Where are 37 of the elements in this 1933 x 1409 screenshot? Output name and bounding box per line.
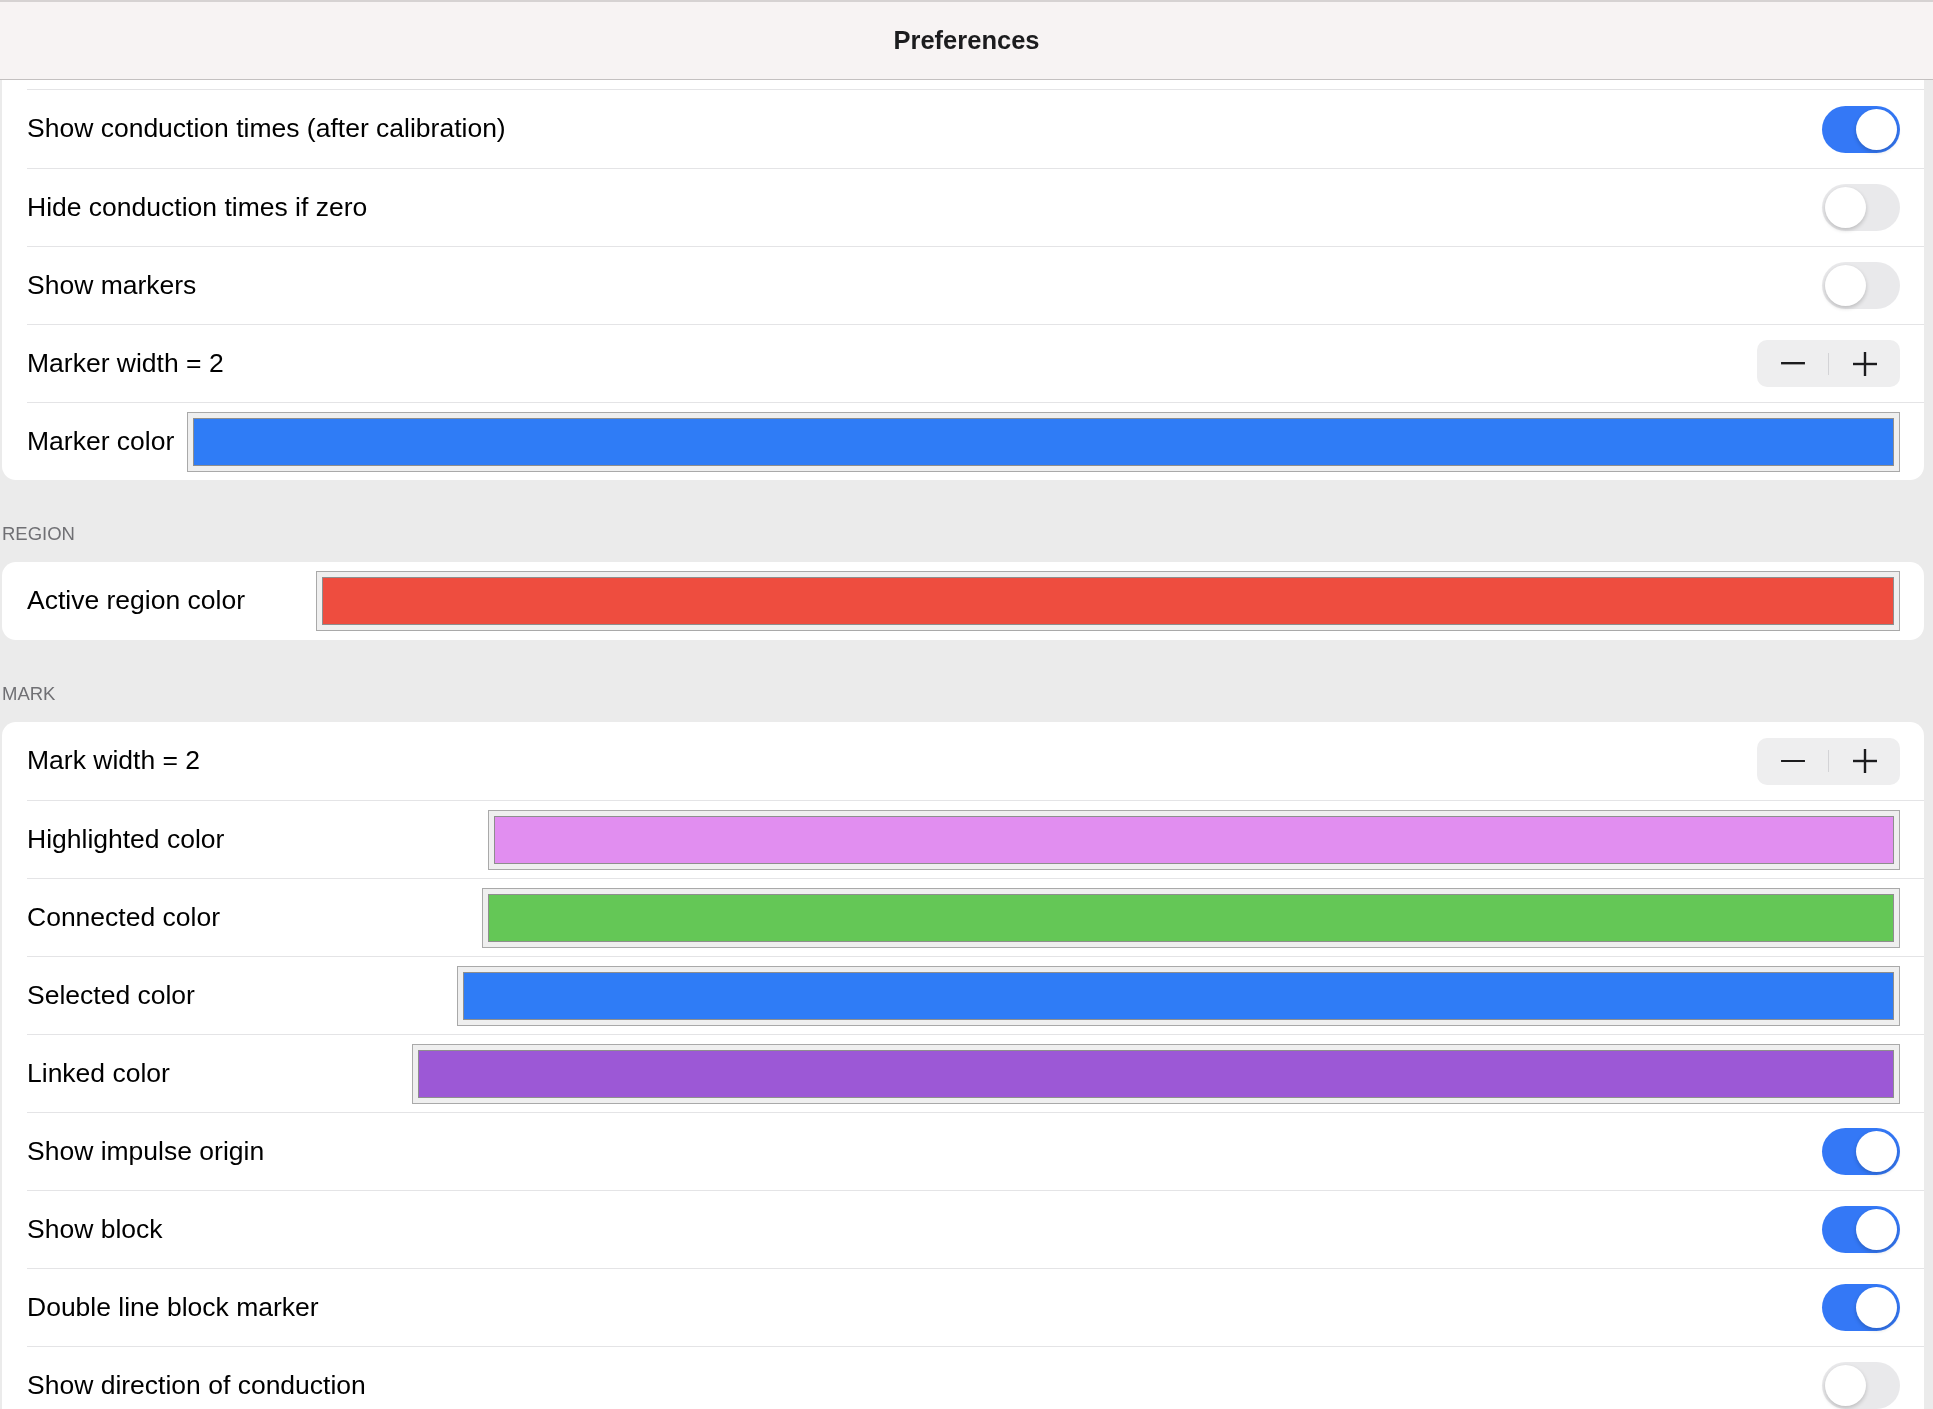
setting-label: Show markers [27,268,197,302]
toggle-switch[interactable] [1822,262,1900,309]
plus-icon [1852,351,1877,376]
stepper[interactable] [1757,340,1900,387]
color-well[interactable] [488,809,1900,870]
setting-label: Marker color [27,424,176,458]
toggle-switch[interactable] [1822,1128,1900,1175]
toggle-switch[interactable] [1822,105,1900,153]
setting-label: Marker width = 2 [27,346,224,380]
stepper[interactable] [1757,737,1900,785]
section-header: MARK [2,682,56,707]
color-well[interactable] [482,887,1900,948]
toggle-switch[interactable] [1822,1362,1900,1409]
toggle-switch[interactable] [1822,1284,1900,1331]
window-title: Preferences [893,25,1040,57]
color-well[interactable] [316,571,1900,631]
setting-label: Show direction of conduction [27,1368,366,1402]
setting-label: Hide conduction times if zero [27,190,368,224]
color-well[interactable] [457,965,1900,1026]
setting-label: Show conduction times (after calibration) [27,112,506,146]
setting-label: Double line block marker [27,1290,319,1324]
toggle-switch[interactable] [1822,184,1900,231]
color-well[interactable] [187,411,1900,472]
plus-icon [1852,749,1877,773]
minus-icon [1780,759,1805,763]
setting-label: Mark width = 2 [27,744,201,778]
setting-label: Show impulse origin [27,1134,265,1168]
setting-label: Selected color [27,978,196,1012]
color-well[interactable] [412,1043,1900,1104]
setting-label: Connected color [27,900,221,934]
setting-label: Linked color [27,1056,171,1090]
toggle-switch[interactable] [1822,1206,1900,1253]
section-header: REGION [2,522,75,547]
minus-icon [1780,362,1805,365]
setting-label: Show block [27,1212,163,1246]
setting-label: Active region color [27,584,246,618]
setting-label: Highlighted color [27,822,226,856]
